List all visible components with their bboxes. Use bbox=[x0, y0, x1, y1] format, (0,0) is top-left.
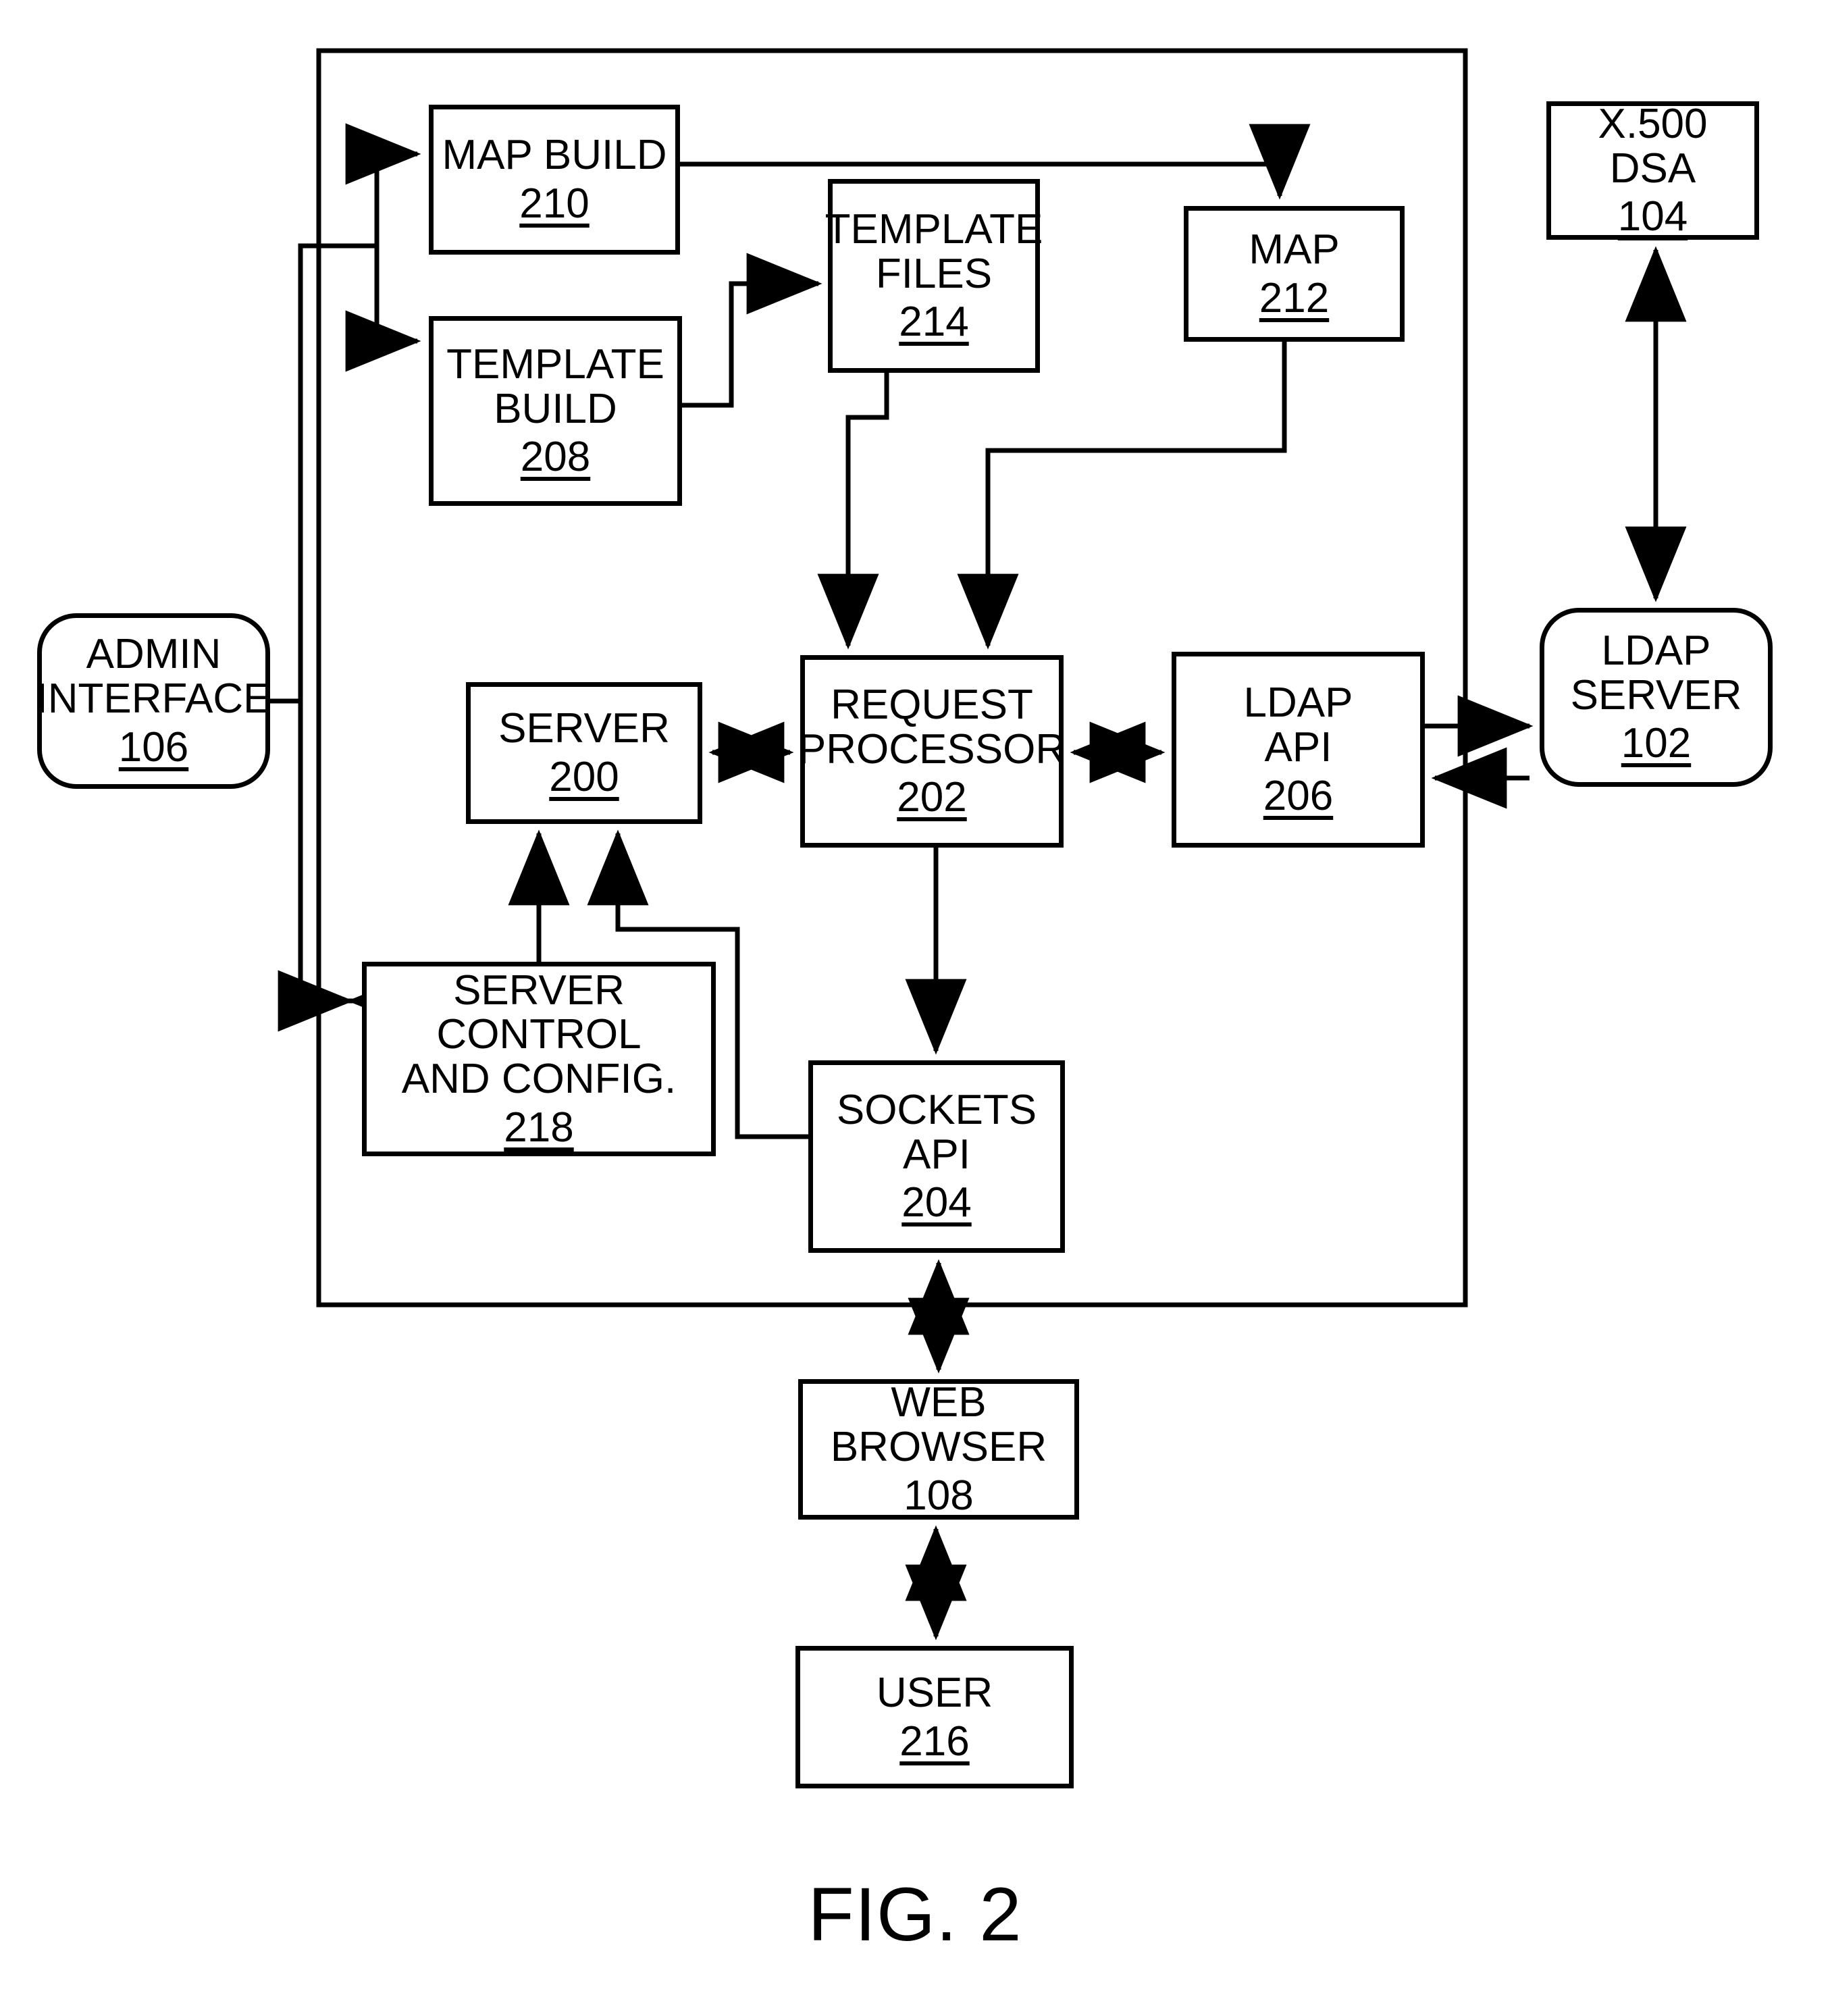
node-x500-dsa[interactable]: X.500 DSA 104 bbox=[1546, 101, 1759, 240]
node-user-ref: 216 bbox=[899, 1717, 970, 1765]
node-ldap-server[interactable]: LDAP SERVER 102 bbox=[1540, 608, 1773, 787]
node-admin-interface[interactable]: ADMIN INTERFACE 106 bbox=[36, 613, 271, 789]
node-web-browser-label: WEB BROWSER bbox=[830, 1379, 1047, 1471]
node-map-build[interactable]: MAP BUILD 210 bbox=[429, 105, 680, 255]
node-template-files-ref: 214 bbox=[899, 299, 969, 346]
node-template-build-ref: 208 bbox=[520, 434, 591, 481]
node-map[interactable]: MAP 212 bbox=[1184, 206, 1405, 342]
connector-admin-trunk-down bbox=[298, 701, 378, 1004]
node-x500-dsa-ref: 104 bbox=[1617, 193, 1688, 240]
figure-caption: FIG. 2 bbox=[808, 1872, 1022, 1957]
node-server-ref: 200 bbox=[549, 754, 619, 800]
node-sockets-api-label: SOCKETS API bbox=[836, 1086, 1037, 1178]
node-server[interactable]: SERVER 200 bbox=[466, 682, 702, 824]
node-map-build-ref: 210 bbox=[519, 180, 590, 227]
node-template-build-label: TEMPLATE BUILD bbox=[446, 340, 664, 432]
node-request-processor-label: REQUEST PROCESSOR bbox=[798, 681, 1066, 773]
node-request-processor-ref: 202 bbox=[897, 774, 967, 821]
node-ldap-server-ref: 102 bbox=[1621, 720, 1692, 767]
node-template-files[interactable]: TEMPLATE FILES 214 bbox=[825, 179, 1043, 373]
node-map-build-label: MAP BUILD bbox=[442, 132, 667, 179]
node-request-processor[interactable]: REQUEST PROCESSOR 202 bbox=[798, 655, 1066, 848]
node-user-label: USER bbox=[876, 1669, 993, 1716]
node-template-build[interactable]: TEMPLATE BUILD 208 bbox=[429, 316, 682, 506]
node-map-ref: 212 bbox=[1259, 274, 1330, 321]
connector-template-build-to-files bbox=[682, 253, 822, 408]
node-ldap-api[interactable]: LDAP API 206 bbox=[1172, 652, 1425, 848]
patent-figure-2: MAP BUILD 210 TEMPLATE BUILD 208 TEMPLAT… bbox=[0, 0, 1830, 2016]
node-server-control-and-config[interactable]: SERVER CONTROL AND CONFIG. 218 bbox=[362, 962, 716, 1156]
node-admin-interface-label: ADMIN INTERFACE bbox=[36, 631, 271, 723]
node-sockets-api-ref: 204 bbox=[901, 1179, 972, 1226]
node-web-browser-ref: 108 bbox=[904, 1472, 974, 1519]
node-map-label: MAP bbox=[1249, 226, 1340, 273]
node-ldap-api-label: LDAP API bbox=[1243, 679, 1353, 771]
node-server-control-and-config-label: SERVER CONTROL AND CONFIG. bbox=[401, 966, 677, 1102]
connector-map-to-request-processor bbox=[957, 342, 1287, 650]
node-user[interactable]: USER 216 bbox=[795, 1646, 1074, 1788]
node-server-control-and-config-ref: 218 bbox=[504, 1104, 574, 1151]
connector-admin-trunk bbox=[270, 243, 377, 704]
node-x500-dsa-label: X.500 DSA bbox=[1598, 100, 1708, 192]
connector-ldap-api-right-stub bbox=[1425, 723, 1530, 781]
node-sockets-api[interactable]: SOCKETS API 204 bbox=[808, 1060, 1065, 1253]
node-ldap-server-label: LDAP SERVER bbox=[1570, 627, 1742, 719]
node-web-browser[interactable]: WEB BROWSER 108 bbox=[798, 1379, 1079, 1520]
node-server-label: SERVER bbox=[498, 705, 670, 752]
node-admin-interface-ref: 106 bbox=[118, 723, 189, 771]
node-template-files-label: TEMPLATE FILES bbox=[825, 205, 1043, 297]
node-ldap-api-ref: 206 bbox=[1263, 772, 1334, 819]
connector-template-files-to-request-processor bbox=[817, 373, 889, 650]
